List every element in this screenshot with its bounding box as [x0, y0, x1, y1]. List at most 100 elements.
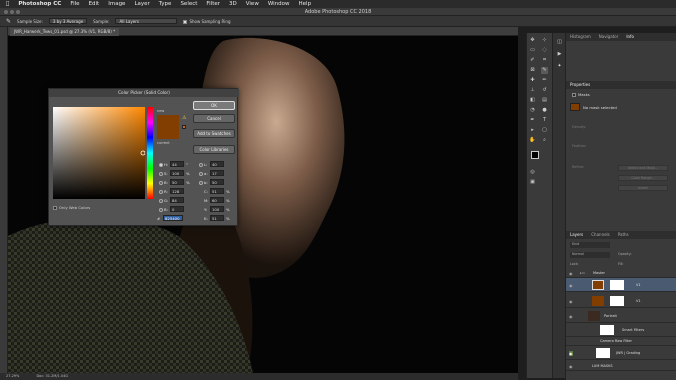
marquee-tool-icon[interactable]: ▭ — [529, 47, 536, 54]
radio-icon[interactable] — [159, 181, 163, 185]
quick-mask-icon[interactable]: ◎ — [529, 169, 536, 176]
gamut-warning-icon[interactable]: ⚠ — [182, 115, 186, 121]
blue-value[interactable]: 0 — [170, 206, 184, 212]
brush-tool-icon[interactable]: ✏ — [541, 77, 548, 84]
gradient-tool-icon[interactable]: ▤ — [541, 97, 548, 104]
layer-camera-raw[interactable]: Camera Raw Filter — [566, 337, 676, 346]
brush-panel-icon[interactable]: ✦ — [556, 63, 563, 70]
tab-info[interactable]: Info — [626, 33, 634, 41]
hand-tool-icon[interactable]: ✋ — [529, 137, 536, 144]
hex-value[interactable]: 825400 — [163, 215, 183, 221]
radio-icon[interactable] — [199, 181, 203, 185]
artboard-tool-icon[interactable]: ⊹ — [541, 37, 548, 44]
sample-select[interactable]: All Layers — [115, 18, 178, 24]
blue-field[interactable]: B: 0 — [159, 206, 184, 212]
k-field[interactable]: K: 51% — [204, 215, 230, 221]
play-panel-icon[interactable]: ▶ — [556, 51, 563, 58]
menu-help[interactable]: Help — [299, 1, 312, 7]
lasso-tool-icon[interactable]: ◌ — [541, 47, 548, 54]
l-field[interactable]: L: 40 — [199, 161, 224, 167]
layer-kind-filter[interactable]: Kind — [570, 242, 610, 248]
layer-group-master[interactable]: ◉ ▸▭ Master — [566, 269, 676, 278]
zoom-tool-icon[interactable]: ⌕ — [541, 137, 548, 144]
invert-button[interactable]: Invert — [618, 185, 668, 191]
lab-b-value[interactable]: 50 — [210, 179, 224, 185]
lab-b-field[interactable]: b: 50 — [199, 179, 224, 185]
history-brush-tool-icon[interactable]: ↺ — [541, 87, 548, 94]
healing-tool-icon[interactable]: ✚ — [529, 77, 536, 84]
menu-file[interactable]: File — [70, 1, 79, 7]
zoom-level[interactable]: 27.29% — [6, 374, 19, 378]
tab-layers[interactable]: Layers — [570, 231, 583, 239]
h-field[interactable]: H: 44 ° — [159, 161, 188, 167]
radio-icon[interactable] — [159, 172, 163, 176]
eyedropper-tool-icon[interactable]: ✎ — [541, 67, 548, 74]
m-field[interactable]: M: 60% — [204, 197, 230, 203]
only-web-colors[interactable]: Only Web Colors — [53, 205, 90, 210]
hex-field[interactable]: #825400 — [157, 215, 183, 221]
blur-tool-icon[interactable]: ◔ — [529, 107, 536, 114]
a-value[interactable]: 17 — [210, 170, 224, 176]
tab-channels[interactable]: Channels — [591, 231, 610, 239]
current-color-swatch[interactable] — [157, 127, 179, 139]
layer-v1[interactable]: ◉ V1 — [566, 294, 676, 308]
type-tool-icon[interactable]: T — [541, 117, 548, 124]
ok-button[interactable]: OK — [193, 101, 235, 110]
web-safe-icon[interactable] — [182, 125, 186, 129]
b-value[interactable]: 50 — [170, 179, 184, 185]
menu-image[interactable]: Image — [108, 1, 125, 7]
menu-layer[interactable]: Layer — [134, 1, 149, 7]
eye-icon[interactable]: ◉ — [569, 271, 573, 276]
y-field[interactable]: Y: 100% — [204, 206, 230, 212]
color-range-button[interactable]: Color Range... — [618, 175, 668, 181]
m-value[interactable]: 60 — [210, 197, 224, 203]
h-value[interactable]: 44 — [170, 161, 184, 167]
g-field[interactable]: G: 84 — [159, 197, 184, 203]
eyedropper-icon[interactable]: ✎ — [6, 18, 11, 25]
menu-select[interactable]: Select — [180, 1, 197, 7]
layer-grading[interactable]: ◉ JWR | Grading — [566, 346, 676, 360]
path-select-tool-icon[interactable]: ▸ — [529, 127, 536, 134]
history-panel-icon[interactable]: ◫ — [556, 39, 563, 46]
radio-icon[interactable] — [159, 190, 163, 194]
tab-histogram[interactable]: Histogram — [570, 33, 591, 41]
move-tool-icon[interactable]: ✥ — [529, 37, 536, 44]
menu-filter[interactable]: Filter — [206, 1, 220, 7]
document-tab[interactable]: JWR_Harwerk_Tews_01.psd @ 27.3% (V1, RGB… — [10, 28, 120, 36]
menu-type[interactable]: Type — [159, 1, 172, 7]
cancel-button[interactable]: Cancel — [193, 114, 235, 123]
c-value[interactable]: 51 — [210, 188, 224, 194]
eye-icon[interactable]: ◉ — [569, 299, 573, 304]
g-value[interactable]: 84 — [170, 197, 184, 203]
menu-3d[interactable]: 3D — [229, 1, 237, 7]
eye-icon[interactable]: ◉ — [569, 364, 573, 369]
menu-edit[interactable]: Edit — [89, 1, 100, 7]
quick-select-tool-icon[interactable]: ✐ — [529, 57, 536, 64]
screen-mode-icon[interactable]: ▣ — [529, 179, 536, 186]
radio-icon[interactable] — [199, 163, 203, 167]
layer-v1-selected[interactable]: ◉ V1 — [566, 278, 676, 292]
eraser-tool-icon[interactable]: ◧ — [529, 97, 536, 104]
layer-portrait[interactable]: ◉ Portrait — [566, 309, 676, 323]
b-field[interactable]: B: 50% — [159, 179, 190, 185]
eye-icon[interactable]: ◉ — [569, 351, 573, 356]
radio-icon[interactable] — [159, 199, 163, 203]
menu-window[interactable]: Window — [268, 1, 290, 7]
c-field[interactable]: C: 51% — [204, 188, 230, 194]
color-libraries-button[interactable]: Color Libraries — [193, 145, 235, 154]
a-field[interactable]: a: 17 — [199, 170, 224, 176]
show-ring-checkbox[interactable]: Show Sampling Ring — [183, 19, 231, 24]
r-value[interactable]: 128 — [170, 188, 184, 194]
menu-app[interactable]: Photoshop CC — [18, 1, 61, 7]
r-field[interactable]: R: 128 — [159, 188, 184, 194]
shape-tool-icon[interactable]: ▢ — [541, 127, 548, 134]
hue-slider[interactable] — [147, 107, 153, 199]
crop-tool-icon[interactable]: ⌗ — [541, 57, 548, 64]
stamp-tool-icon[interactable]: ⊥ — [529, 87, 536, 94]
foreground-color-icon[interactable] — [531, 151, 539, 159]
k-value[interactable]: 51 — [210, 215, 224, 221]
tab-navigator[interactable]: Navigator — [599, 33, 619, 41]
layer-smart-filters[interactable]: Smart Filters — [566, 323, 676, 337]
frame-tool-icon[interactable]: ⊠ — [529, 67, 536, 74]
layer-lum-masks[interactable]: ◉ LUM MASKS — [566, 361, 676, 371]
